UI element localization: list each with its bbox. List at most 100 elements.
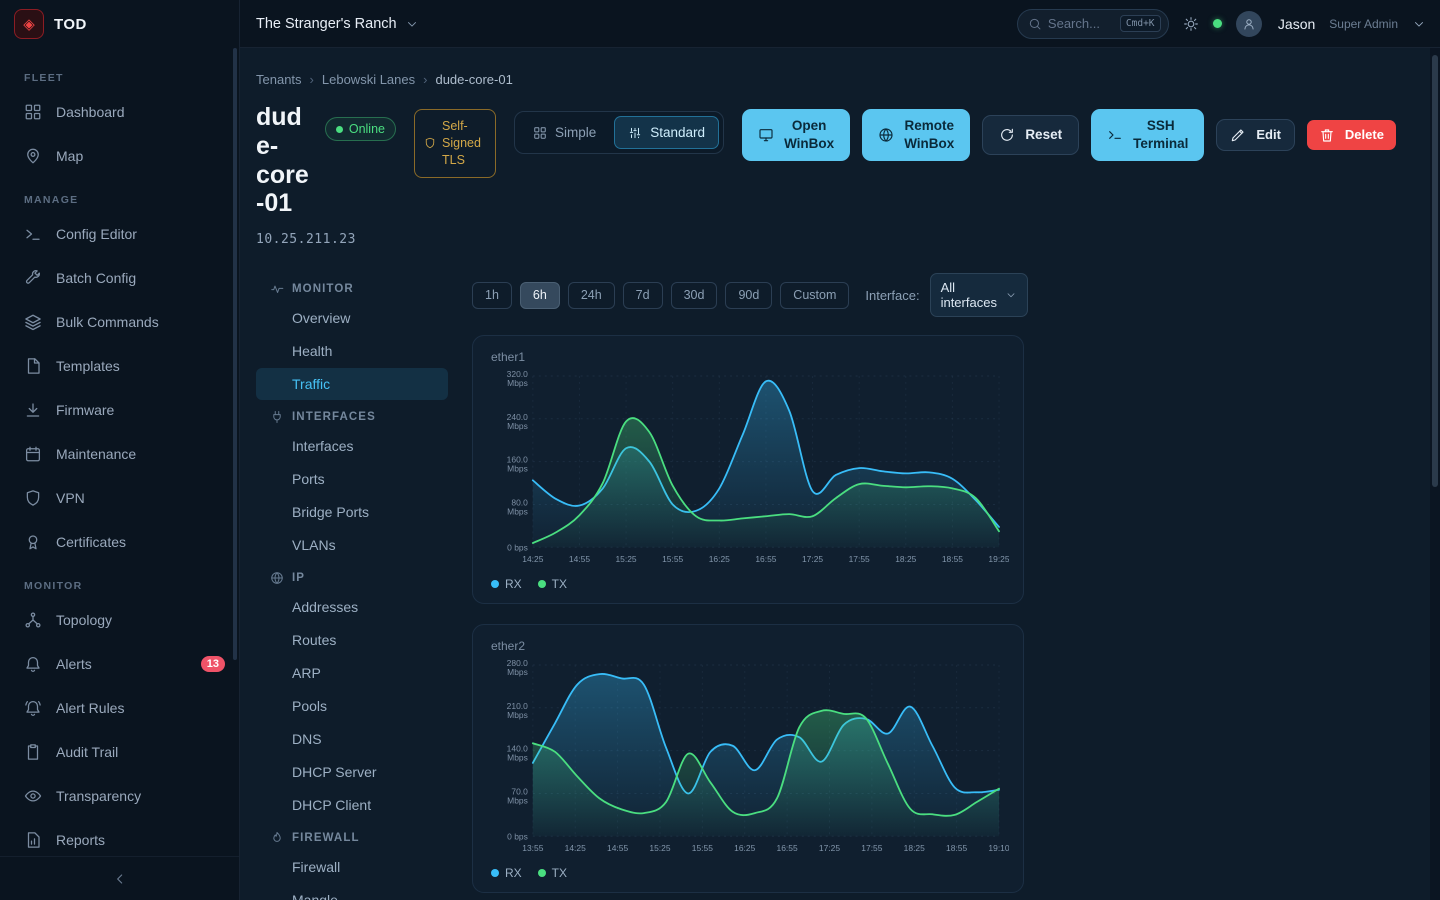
button-label: Remote WinBox <box>904 117 954 152</box>
sidebar-item-map[interactable]: Map <box>0 134 239 178</box>
subnav-item-arp[interactable]: ARP <box>256 657 448 689</box>
subnav-item-dhcp-server[interactable]: DHCP Server <box>256 756 448 788</box>
svg-text:19:10: 19:10 <box>988 843 1009 853</box>
mode-option-simple[interactable]: Simple <box>519 116 610 149</box>
online-dot-icon <box>336 126 343 133</box>
sidebar-section-label: MONITOR <box>24 580 239 592</box>
subnav-item-firewall[interactable]: Firewall <box>256 851 448 883</box>
subnav-item-health[interactable]: Health <box>256 335 448 367</box>
report-icon <box>24 831 42 849</box>
sidebar-item-topology[interactable]: Topology <box>0 598 239 642</box>
breadcrumb-item[interactable]: Lebowski Lanes <box>322 72 415 87</box>
sidebar-item-vpn[interactable]: VPN <box>0 476 239 520</box>
subnav-item-traffic[interactable]: Traffic <box>256 368 448 400</box>
sliders-icon <box>628 126 642 140</box>
svg-text:18:55: 18:55 <box>942 554 963 564</box>
svg-text:15:55: 15:55 <box>662 554 683 564</box>
sidebar-item-alerts[interactable]: Alerts13 <box>0 642 239 686</box>
time-range-1h[interactable]: 1h <box>472 282 512 309</box>
sidebar-scrollbar[interactable] <box>233 48 237 660</box>
device-actions: Open WinBox Remote WinBox Reset SSH Termina… <box>742 109 1396 161</box>
sidebar-item-reports[interactable]: Reports <box>0 818 239 856</box>
sidebar-item-bulk-commands[interactable]: Bulk Commands <box>0 300 239 344</box>
app-logo: ◈ TOD <box>0 0 239 48</box>
svg-text:16:25: 16:25 <box>709 554 730 564</box>
subnav-item-mangle[interactable]: Mangle <box>256 884 448 900</box>
avatar[interactable] <box>1236 11 1262 37</box>
sidebar-item-certificates[interactable]: Certificates <box>0 520 239 564</box>
bell-icon <box>24 655 42 673</box>
time-range-24h[interactable]: 24h <box>568 282 615 309</box>
wrench-icon <box>24 269 42 287</box>
time-range-custom[interactable]: Custom <box>780 282 849 309</box>
user-menu-button[interactable] <box>1412 17 1426 31</box>
sidebar-collapse-button[interactable] <box>0 856 239 900</box>
clipboard-icon <box>24 743 42 761</box>
page-scrollbar-thumb[interactable] <box>1432 55 1438 487</box>
search-shortcut: Cmd+K <box>1120 15 1161 32</box>
ssh-terminal-button[interactable]: SSH Terminal <box>1091 109 1204 161</box>
subnav-group-label: MONITOR <box>292 283 354 295</box>
search-input[interactable] <box>1048 16 1114 31</box>
chart-legend: RXTX <box>487 860 1009 884</box>
subnav-item-dhcp-client[interactable]: DHCP Client <box>256 789 448 821</box>
breadcrumb-item[interactable]: Tenants <box>256 72 302 87</box>
interface-filter-value: All interfaces <box>941 280 997 310</box>
sidebar-item-batch-config[interactable]: Batch Config <box>0 256 239 300</box>
svg-text:Mbps: Mbps <box>507 796 528 806</box>
mode-option-standard[interactable]: Standard <box>614 116 719 149</box>
time-range-6h[interactable]: 6h <box>520 282 560 309</box>
sidebar-item-alert-rules[interactable]: Alert Rules <box>0 686 239 730</box>
edit-button[interactable]: Edit <box>1216 119 1295 151</box>
search-box[interactable]: Cmd+K <box>1017 9 1169 39</box>
subnav-item-pools[interactable]: Pools <box>256 690 448 722</box>
user-role: Super Admin <box>1329 17 1398 31</box>
subnav-item-interfaces[interactable]: Interfaces <box>256 430 448 462</box>
svg-text:19:25: 19:25 <box>988 554 1009 564</box>
interface-filter-select[interactable]: All interfaces <box>930 273 1028 317</box>
subnav-item-ports[interactable]: Ports <box>256 463 448 495</box>
subnav-item-routes[interactable]: Routes <box>256 624 448 656</box>
sidebar-item-firmware[interactable]: Firmware <box>0 388 239 432</box>
subnav-item-vlans[interactable]: VLANs <box>256 529 448 561</box>
sidebar-item-templates[interactable]: Templates <box>0 344 239 388</box>
sidebar-item-config-editor[interactable]: Config Editor <box>0 212 239 256</box>
app-logo-text: TOD <box>54 16 87 33</box>
activity-icon <box>270 282 284 296</box>
sidebar-item-audit-trail[interactable]: Audit Trail <box>0 730 239 774</box>
layers-icon <box>24 313 42 331</box>
remote-winbox-button[interactable]: Remote WinBox <box>862 109 970 161</box>
button-label: SSH Terminal <box>1133 117 1188 152</box>
sidebar-item-maintenance[interactable]: Maintenance <box>0 432 239 476</box>
tenant-selector[interactable]: The Stranger's Ranch <box>256 16 419 32</box>
delete-button[interactable]: Delete <box>1307 120 1396 150</box>
subnav-item-dns[interactable]: DNS <box>256 723 448 755</box>
subnav-item-overview[interactable]: Overview <box>256 302 448 334</box>
sidebar-item-label: VPN <box>56 490 85 506</box>
open-winbox-button[interactable]: Open WinBox <box>742 109 850 161</box>
time-range-90d[interactable]: 90d <box>725 282 772 309</box>
svg-text:14:55: 14:55 <box>607 843 628 853</box>
trash-icon <box>1319 127 1335 143</box>
chart-title: ether2 <box>491 639 1009 653</box>
mode-option-label: Standard <box>650 125 705 140</box>
traffic-chart-panel-ether1: ether1320.0Mbps240.0Mbps160.0Mbps80.0Mbp… <box>472 335 1024 604</box>
main-content: Tenants›Lebowski Lanes›dude-core-01 dude… <box>240 48 1440 900</box>
subnav-group-label: IP <box>292 572 305 584</box>
time-range-30d[interactable]: 30d <box>671 282 718 309</box>
reset-button[interactable]: Reset <box>982 115 1079 155</box>
subnav-group-ip: IP <box>256 562 472 590</box>
subnav-item-bridge-ports[interactable]: Bridge Ports <box>256 496 448 528</box>
calendar-icon <box>24 445 42 463</box>
time-range-group: 1h 6h 24h 7d 30d 90d Custom <box>472 282 849 309</box>
time-range-7d[interactable]: 7d <box>623 282 663 309</box>
subnav-item-addresses[interactable]: Addresses <box>256 591 448 623</box>
device-subnav: MONITOROverviewHealthTrafficINTERFACESIn… <box>256 273 472 900</box>
sidebar-item-transparency[interactable]: Transparency <box>0 774 239 818</box>
svg-text:16:25: 16:25 <box>734 843 755 853</box>
sidebar-item-dashboard[interactable]: Dashboard <box>0 90 239 134</box>
page-scrollbar[interactable] <box>1430 48 1440 900</box>
traffic-chart-panel-ether2: ether2280.0Mbps210.0Mbps140.0Mbps70.0Mbp… <box>472 624 1024 893</box>
theme-toggle-button[interactable] <box>1183 16 1199 32</box>
legend-item-rx: RX <box>491 577 522 591</box>
